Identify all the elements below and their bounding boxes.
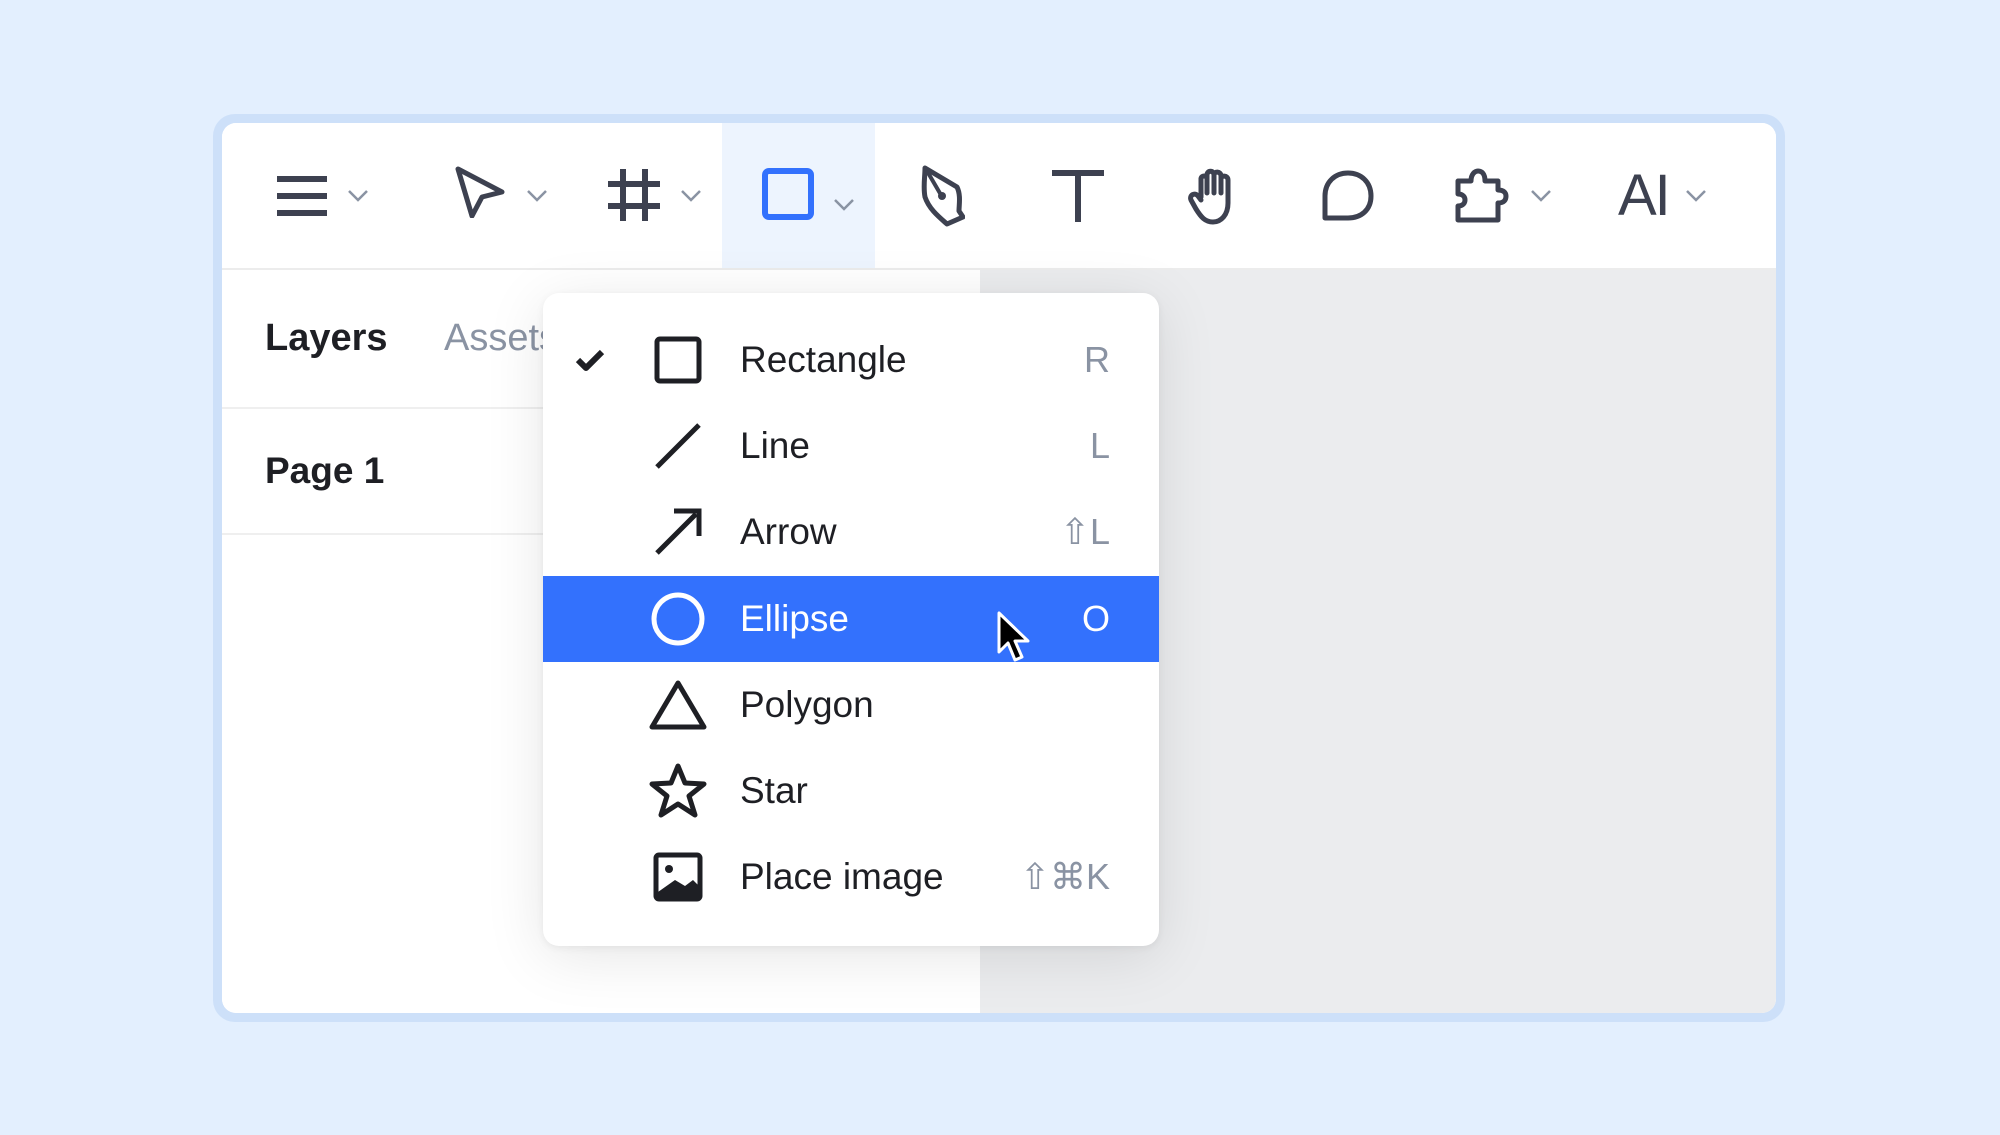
hand-tool-button[interactable] <box>1174 123 1254 268</box>
menu-item-label: Star <box>740 770 808 811</box>
comment-tool-button[interactable] <box>1308 123 1388 268</box>
shortcut-label: R <box>1084 339 1110 380</box>
star-icon <box>648 748 708 834</box>
menu-item-arrow[interactable]: Arrow ⇧L <box>543 489 1159 575</box>
puzzle-piece-icon <box>1455 168 1509 223</box>
ai-label: AI <box>1618 163 1671 228</box>
tab-assets[interactable]: Assets <box>444 270 558 407</box>
hamburger-menu-icon <box>277 175 327 216</box>
menu-item-label: Polygon <box>740 684 874 725</box>
shortcut-label: ⇧⌘K <box>1019 856 1110 897</box>
text-t-icon <box>1052 169 1104 222</box>
checkmark-icon <box>575 317 605 403</box>
pointer-arrow-icon <box>455 166 505 218</box>
toolbar: AI <box>222 123 1776 270</box>
shape-tool-button[interactable] <box>722 123 875 268</box>
plugins-button[interactable] <box>1442 123 1562 268</box>
chevron-down-icon <box>681 190 701 202</box>
comment-bubble-icon <box>1322 170 1374 220</box>
main-menu-button[interactable] <box>262 123 382 268</box>
hand-icon <box>1188 168 1231 224</box>
move-tool-button[interactable] <box>442 123 562 268</box>
chevron-down-icon <box>1686 190 1706 202</box>
text-tool-button[interactable] <box>1038 123 1118 268</box>
shortcut-label: L <box>1089 425 1110 466</box>
shortcut-label: ⇧L <box>1059 511 1110 552</box>
chevron-down-icon <box>834 199 854 211</box>
pen-tool-button[interactable] <box>902 123 982 268</box>
menu-item-label: Place image <box>740 856 944 897</box>
mouse-cursor-icon <box>997 611 1030 662</box>
arrow-icon <box>648 489 708 575</box>
frame-tool-button[interactable] <box>602 123 722 268</box>
menu-item-place-image[interactable]: Place image ⇧⌘K <box>543 834 1159 920</box>
chevron-down-icon <box>1531 190 1551 202</box>
ai-button[interactable]: AI <box>1602 123 1722 268</box>
menu-item-line[interactable]: Line L <box>543 403 1159 489</box>
menu-item-label: Line <box>740 425 810 466</box>
ellipse-icon <box>648 576 708 662</box>
shape-dropdown-menu: Rectangle R Line L Arrow ⇧L Ellipse O Po… <box>543 293 1159 946</box>
line-icon <box>648 403 708 489</box>
menu-item-label: Arrow <box>740 511 837 552</box>
triangle-polygon-icon <box>648 662 708 748</box>
page-label: Page 1 <box>265 450 385 491</box>
menu-item-ellipse[interactable]: Ellipse O <box>543 576 1159 662</box>
menu-item-star[interactable]: Star <box>543 748 1159 834</box>
menu-item-label: Rectangle <box>740 339 907 380</box>
menu-item-polygon[interactable]: Polygon <box>543 662 1159 748</box>
image-icon <box>648 834 708 920</box>
menu-item-rectangle[interactable]: Rectangle R <box>543 317 1159 403</box>
menu-item-label: Ellipse <box>740 598 849 639</box>
shortcut-label: O <box>1081 598 1110 639</box>
rectangle-icon <box>762 168 814 220</box>
pen-nib-icon <box>921 165 965 226</box>
chevron-down-icon <box>527 190 547 202</box>
tab-layers[interactable]: Layers <box>265 270 388 407</box>
chevron-down-icon <box>348 190 368 202</box>
frame-hash-icon <box>608 169 660 221</box>
rectangle-icon <box>648 317 708 403</box>
